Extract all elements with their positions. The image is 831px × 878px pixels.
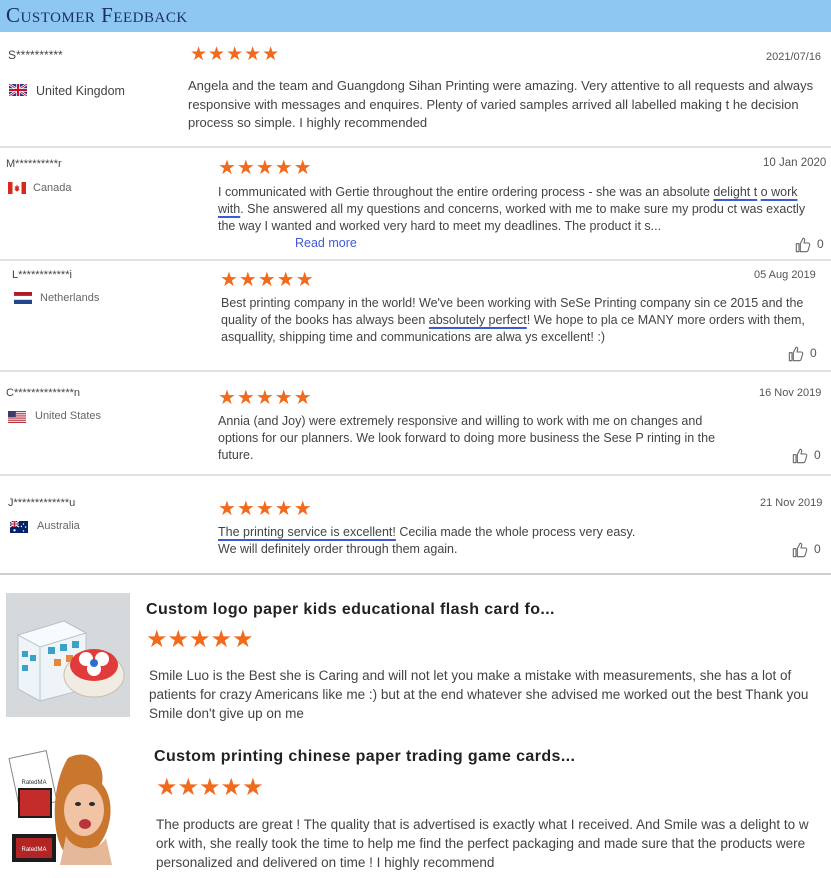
star-rating: ★★★★★ bbox=[218, 157, 313, 179]
review-date: 16 Nov 2019 bbox=[759, 387, 822, 399]
like-count: 0 bbox=[810, 346, 817, 360]
reviewer-country: Australia bbox=[37, 520, 80, 532]
read-more-link[interactable]: Read more bbox=[295, 235, 357, 252]
thumbs-up-icon[interactable] bbox=[792, 542, 808, 558]
reviewer-country: United States bbox=[35, 410, 102, 422]
star-rating: ★★★★★ bbox=[220, 269, 315, 291]
review-date: 05 Aug 2019 bbox=[754, 269, 816, 281]
review-date: 21 Nov 2019 bbox=[760, 497, 823, 509]
divider bbox=[0, 474, 831, 476]
flag-netherlands-icon bbox=[14, 292, 32, 304]
thumbs-up-icon[interactable] bbox=[788, 346, 804, 362]
flag-us-icon bbox=[8, 411, 26, 423]
star-rating: ★★★★★ bbox=[190, 44, 281, 65]
star-rating: ★★★★★ bbox=[218, 498, 313, 520]
flash-card-product-image bbox=[6, 593, 130, 717]
divider bbox=[0, 259, 831, 261]
review-date: 2021/07/16 bbox=[766, 51, 822, 63]
review-text: Annia (and Joy) were extremely responsiv… bbox=[218, 414, 716, 462]
like-count: 0 bbox=[814, 542, 821, 556]
review-text: Smile Luo is the Best she is Caring and … bbox=[149, 668, 809, 721]
box-label: RatedMA bbox=[21, 847, 46, 853]
reviewer-name: L************i bbox=[12, 269, 72, 281]
product-title[interactable]: Custom printing chinese paper trading ga… bbox=[154, 748, 575, 766]
product-title[interactable]: Custom logo paper kids educational flash… bbox=[146, 601, 555, 619]
flag-canada-icon bbox=[8, 182, 26, 194]
like-count: 0 bbox=[817, 237, 824, 251]
reviewer-country: Canada bbox=[33, 182, 72, 194]
review-text: The products are great ! The quality tha… bbox=[156, 817, 809, 870]
divider bbox=[0, 573, 831, 575]
trading-card-product-image: RatedMA RatedMA bbox=[8, 740, 130, 865]
divider bbox=[0, 370, 831, 372]
star-rating: ★★★★★ bbox=[146, 626, 254, 653]
review-text: Angela and the team and Guangdong Sihan … bbox=[188, 78, 814, 130]
reviewer-name: J*************u bbox=[8, 497, 76, 509]
feedback-header: Customer Feedback bbox=[0, 0, 831, 32]
thumbs-up-icon[interactable] bbox=[795, 237, 811, 253]
star-rating: ★★★★★ bbox=[218, 387, 313, 409]
reviewer-name: M**********r bbox=[6, 158, 62, 170]
box-label: RatedMA bbox=[21, 780, 46, 786]
review-date: 10 Jan 2020 bbox=[763, 157, 827, 169]
reviewer-name: C**************n bbox=[6, 387, 80, 399]
flag-uk-icon bbox=[9, 84, 27, 96]
reviewer-country: Netherlands bbox=[40, 292, 100, 304]
review-text: Best printing company in the world! We'v… bbox=[221, 296, 805, 344]
star-rating: ★★★★★ bbox=[156, 774, 264, 801]
reviewer-name: S********** bbox=[8, 48, 63, 62]
review-text: The printing service is excellent! Cecil… bbox=[218, 525, 636, 556]
page-title: Customer Feedback bbox=[6, 3, 188, 27]
reviewer-country: United Kingdom bbox=[36, 84, 125, 98]
divider bbox=[0, 146, 831, 148]
thumbs-up-icon[interactable] bbox=[792, 448, 808, 464]
like-count: 0 bbox=[814, 448, 821, 462]
flag-australia-icon bbox=[10, 521, 28, 533]
review-text: I communicated with Gertie throughout th… bbox=[218, 185, 806, 233]
